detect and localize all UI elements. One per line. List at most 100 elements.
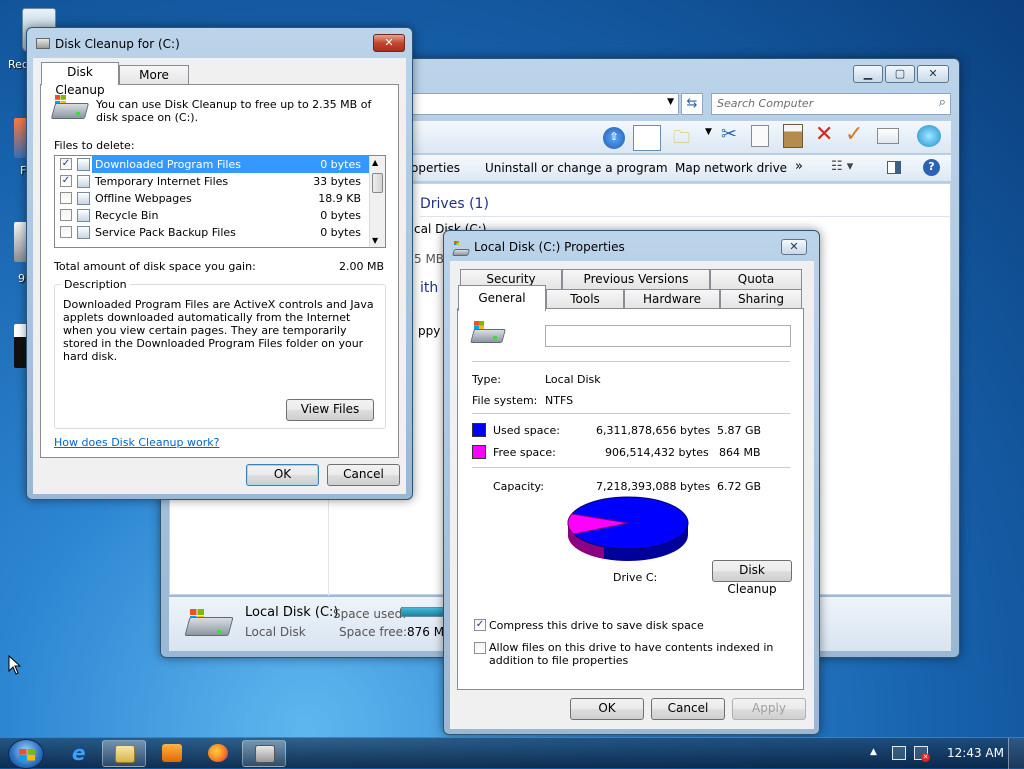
copy-icon[interactable] — [751, 125, 769, 147]
start-button[interactable] — [8, 739, 44, 769]
scroll-thumb[interactable] — [372, 173, 383, 193]
total-label: Total amount of disk space you gain: — [54, 260, 256, 273]
cancel-button[interactable]: Cancel — [327, 464, 400, 486]
scroll-down-icon[interactable]: ▼ — [372, 236, 378, 245]
media-player-icon — [162, 744, 182, 762]
search-input[interactable]: Search Computer ⌕ — [711, 93, 951, 115]
preview-toggle-icon[interactable] — [887, 161, 901, 174]
cancel-button[interactable]: Cancel — [651, 698, 725, 720]
description-text: Downloaded Program Files are ActiveX con… — [63, 298, 374, 363]
folder-icon[interactable]: 🗀 — [673, 125, 690, 154]
network-tray-icon[interactable]: ✕ — [914, 746, 930, 762]
view-files-button[interactable]: View Files — [286, 399, 374, 421]
general-panel: Type: Local Disk File system: NTFS Used … — [457, 308, 804, 690]
space-used-label: Space used: — [333, 607, 407, 621]
properties-icon[interactable] — [877, 128, 899, 144]
capacity-bytes: 7,218,393,088 bytes — [596, 480, 711, 493]
file-checkbox[interactable] — [60, 209, 72, 221]
more-commands-icon[interactable]: » — [795, 159, 803, 174]
chevron-down-icon[interactable]: ▼ — [705, 127, 712, 137]
file-name: Temporary Internet Files — [95, 175, 229, 188]
check-icon[interactable]: ✓ — [845, 122, 863, 147]
file-type-icon — [77, 209, 90, 222]
clock[interactable]: 12:43 AM — [947, 746, 1004, 760]
apply-button[interactable]: Apply — [732, 698, 806, 720]
show-hidden-icons[interactable]: ▲ — [870, 747, 877, 757]
tab-general[interactable]: General — [458, 285, 546, 311]
maximize-button[interactable]: ▢ — [885, 65, 915, 83]
files-scrollbar[interactable]: ▲ ▼ — [369, 156, 385, 247]
compress-checkbox[interactable]: ✓ — [474, 619, 486, 631]
disk-usage-pie — [567, 496, 689, 561]
dialog-body: Security Previous Versions Quota General… — [450, 261, 814, 729]
close-button[interactable]: ✕ — [781, 239, 807, 255]
files-to-delete-label: Files to delete: — [54, 139, 135, 152]
taskbar-media-player[interactable] — [150, 740, 194, 767]
tab-hardware[interactable]: Hardware — [624, 289, 720, 309]
index-checkbox[interactable] — [474, 642, 486, 654]
tab-tools[interactable]: Tools — [546, 289, 624, 309]
list-item[interactable]: Recycle Bin 0 bytes — [55, 207, 369, 224]
file-checkbox[interactable] — [60, 192, 72, 204]
tab-more-options[interactable]: More Options — [119, 65, 189, 100]
taskbar-ie[interactable]: e — [60, 740, 104, 767]
disk-cleanup-dialog: Disk Cleanup for (C:) ✕ Disk Cleanup Mor… — [26, 27, 413, 500]
close-button[interactable]: ✕ — [917, 65, 949, 83]
tab-previous-versions[interactable]: Previous Versions — [562, 269, 710, 289]
file-checkbox[interactable]: ✓ — [60, 158, 72, 170]
paste-icon[interactable] — [783, 124, 803, 148]
file-size: 0 bytes — [320, 158, 361, 171]
list-item[interactable]: ✓ Downloaded Program Files 0 bytes — [55, 156, 369, 173]
cut-icon[interactable]: ✂ — [721, 123, 737, 145]
ok-button[interactable]: OK — [246, 464, 319, 486]
chevron-down-icon[interactable]: ▼ — [667, 97, 674, 107]
map-drive-command[interactable]: Map network drive — [675, 161, 787, 175]
file-size: 0 bytes — [320, 226, 361, 239]
files-list[interactable]: ✓ Downloaded Program Files 0 bytes ✓ Tempora… — [54, 155, 386, 248]
view-options-icon[interactable]: ☷ ▾ — [831, 159, 853, 174]
toolbar: ⇧ 🗀 ▼ ✂ ✕ ✓ — [411, 121, 951, 153]
index-label[interactable]: Allow files on this drive to have conten… — [489, 641, 791, 667]
taskbar-firefox[interactable] — [196, 740, 240, 767]
file-name: Downloaded Program Files — [95, 158, 241, 171]
list-item[interactable]: Service Pack Backup Files 0 bytes — [55, 224, 369, 241]
help-icon[interactable]: ? — [923, 159, 940, 176]
properties-dialog: Local Disk (C:) Properties ✕ Security Pr… — [443, 230, 820, 735]
details-drive-type: Local Disk — [245, 625, 306, 639]
show-desktop-button[interactable] — [1008, 738, 1024, 769]
preview-pane-icon[interactable] — [633, 125, 661, 151]
free-space-mb: 864 MB — [719, 446, 761, 459]
list-item[interactable]: ✓ Temporary Internet Files 33 bytes — [55, 173, 369, 190]
taskbar-explorer[interactable] — [102, 740, 146, 767]
file-system-label: File system: — [472, 394, 538, 407]
properties-command[interactable]: operties — [411, 161, 460, 175]
tab-disk-cleanup[interactable]: Disk Cleanup — [41, 62, 119, 97]
tab-quota[interactable]: Quota — [710, 269, 802, 289]
drive-label-input[interactable] — [545, 325, 791, 347]
list-item[interactable]: Offline Webpages 18.9 KB — [55, 190, 369, 207]
refresh-icon[interactable]: ⇆ — [681, 93, 703, 115]
close-button[interactable]: ✕ — [373, 34, 405, 52]
description-group: Description Downloaded Program Files are… — [54, 278, 386, 429]
scroll-up-icon[interactable]: ▲ — [372, 158, 378, 167]
delete-icon[interactable]: ✕ — [815, 122, 833, 147]
help-link[interactable]: How does Disk Cleanup work? — [54, 436, 219, 449]
file-name: Service Pack Backup Files — [95, 226, 236, 239]
network-icon[interactable] — [917, 125, 941, 147]
tab-sharing[interactable]: Sharing — [720, 289, 802, 309]
uninstall-command[interactable]: Uninstall or change a program — [485, 161, 668, 175]
drive-tile-size: 5 MB — [414, 252, 445, 266]
file-checkbox[interactable]: ✓ — [60, 175, 72, 187]
action-center-icon[interactable] — [892, 746, 906, 760]
compress-label[interactable]: Compress this drive to save disk space — [489, 619, 704, 632]
ok-button[interactable]: OK — [570, 698, 644, 720]
folder-icon — [115, 745, 135, 763]
up-arrow-icon[interactable]: ⇧ — [603, 127, 625, 149]
disk-cleanup-button[interactable]: Disk Cleanup — [712, 560, 792, 596]
file-checkbox[interactable] — [60, 226, 72, 238]
firefox-icon — [208, 744, 228, 762]
taskbar-disk-cleanup[interactable] — [242, 740, 286, 767]
minimize-button[interactable]: ▁ — [853, 65, 883, 83]
file-size: 0 bytes — [320, 209, 361, 222]
address-bar[interactable]: ▼ — [411, 93, 679, 115]
